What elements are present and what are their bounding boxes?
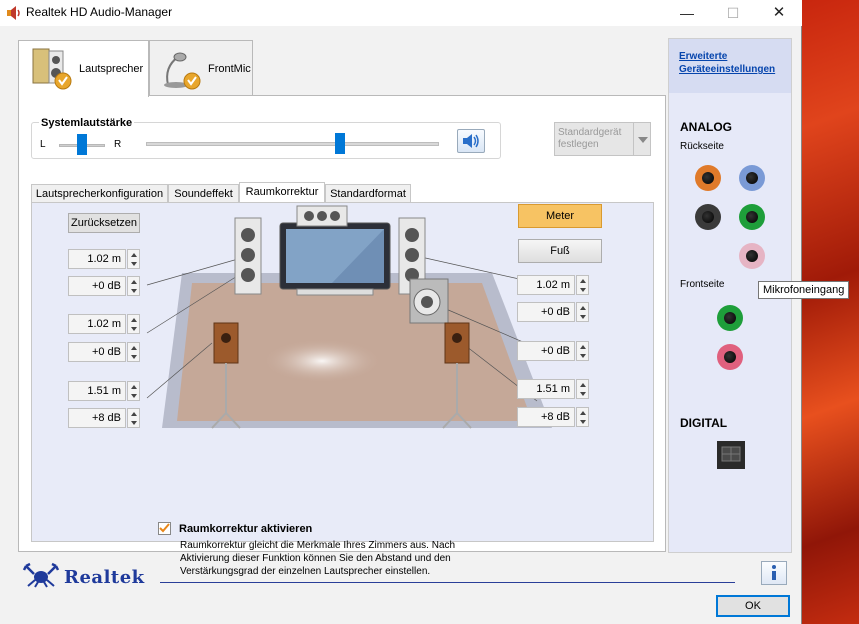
room-correction-panel: Zurücksetzen Meter Fuß 1.02 m +0 dB 1.02… — [31, 202, 654, 542]
rear-left-gain-stepper[interactable] — [127, 408, 140, 428]
balance-slider-thumb[interactable] — [77, 134, 87, 155]
checkmark-icon — [159, 523, 170, 533]
window-title: Realtek HD Audio-Manager — [26, 5, 173, 19]
ok-button[interactable]: OK — [716, 595, 790, 617]
balance-right-label: R — [114, 139, 122, 150]
system-volume-title: Systemlautstärke — [39, 117, 135, 129]
rear-green-jack[interactable] — [739, 204, 765, 230]
footer-divider — [160, 582, 735, 583]
tab-default-format[interactable]: Standardformat — [325, 184, 411, 203]
minimize-button[interactable]: — — [664, 0, 710, 26]
digital-title: DIGITAL — [680, 416, 728, 430]
tab-speaker-config[interactable]: Lautsprecherkonfiguration — [31, 184, 168, 203]
front-right-distance-stepper[interactable] — [576, 275, 589, 295]
rear-left-distance-stepper[interactable] — [127, 381, 140, 401]
rear-left-gain-field[interactable]: +8 dB — [68, 408, 126, 428]
set-default-device-dropdown[interactable] — [633, 122, 651, 156]
unit-meter-button[interactable]: Meter — [518, 204, 602, 228]
subwoofer-gain-field[interactable]: +0 dB — [517, 341, 575, 361]
volume-slider-thumb[interactable] — [335, 133, 345, 154]
room-correction-enable-checkbox[interactable] — [158, 522, 171, 535]
room-correction-description: Raumkorrektur gleicht die Merkmale Ihres… — [180, 540, 456, 577]
reset-button[interactable]: Zurücksetzen — [68, 213, 140, 233]
device-area: Lautsprecher FrontMic Systemlautstärke L… — [18, 40, 666, 577]
front-left-gain-stepper[interactable] — [127, 276, 140, 296]
rear-right-distance-stepper[interactable] — [576, 379, 589, 399]
tab-frontmic[interactable]: FrontMic — [149, 40, 253, 96]
rear-pink-jack[interactable] — [739, 243, 765, 269]
unit-foot-button[interactable]: Fuß — [518, 239, 602, 263]
rear-blue-jack[interactable] — [739, 165, 765, 191]
tab-frontmic-label: FrontMic — [208, 63, 251, 75]
realtek-crab-logo-icon — [22, 562, 60, 588]
front-right-distance-field[interactable]: 1.02 m — [517, 275, 575, 295]
rear-right-distance-field[interactable]: 1.51 m — [517, 379, 575, 399]
speaker-volume-icon — [463, 134, 479, 148]
title-bar: Realtek HD Audio-Manager — ☐ ✕ — [0, 0, 802, 26]
volume-slider-track[interactable] — [146, 142, 439, 146]
room-correction-enable-label[interactable]: Raumkorrektur aktivieren — [179, 523, 312, 535]
front-left-distance-stepper[interactable] — [127, 249, 140, 269]
center-left-distance-field[interactable]: 1.02 m — [68, 314, 126, 334]
advanced-settings-header: Erweiterte Geräteeinstellungen — [669, 39, 791, 93]
front-pink-jack[interactable] — [717, 344, 743, 370]
rear-black-jack[interactable] — [695, 204, 721, 230]
lautsprecher-panel: Systemlautstärke L R Standardgerät festl… — [18, 95, 666, 577]
info-button[interactable] — [761, 561, 787, 585]
center-left-gain-stepper[interactable] — [127, 342, 140, 362]
jack-panel: ANALOG Rückseite Frontseite DIGITAL — [669, 93, 791, 552]
tab-room-correction[interactable]: Raumkorrektur — [239, 182, 325, 202]
front-right-gain-field[interactable]: +0 dB — [517, 302, 575, 322]
rear-orange-jack[interactable] — [695, 165, 721, 191]
front-left-distance-field[interactable]: 1.02 m — [68, 249, 126, 269]
rear-left-distance-field[interactable]: 1.51 m — [68, 381, 126, 401]
close-button[interactable]: ✕ — [756, 0, 802, 26]
center-left-gain-field[interactable]: +0 dB — [68, 342, 126, 362]
realtek-brand: Realtek — [64, 567, 145, 588]
balance-left-label: L — [40, 139, 46, 150]
front-label: Frontseite — [680, 279, 725, 290]
rear-right-gain-stepper[interactable] — [576, 407, 589, 427]
jack-tooltip: Mikrofoneingang — [758, 281, 850, 299]
tab-sound-effect[interactable]: Soundeffekt — [168, 184, 239, 203]
center-left-distance-stepper[interactable] — [127, 314, 140, 334]
speaker-app-icon — [7, 6, 20, 20]
rear-right-gain-field[interactable]: +8 dB — [517, 407, 575, 427]
info-icon — [772, 565, 776, 580]
advanced-device-settings-link[interactable]: Erweiterte Geräteeinstellungen — [679, 50, 791, 76]
analog-title: ANALOG — [680, 120, 732, 134]
chevron-down-icon — [638, 137, 648, 143]
app-window: Realtek HD Audio-Manager — ☐ ✕ Lautsprec… — [0, 0, 850, 624]
subwoofer-gain-stepper[interactable] — [576, 341, 589, 361]
front-left-gain-field[interactable]: +0 dB — [68, 276, 126, 296]
digital-output-icon[interactable] — [717, 441, 745, 469]
front-green-jack[interactable] — [717, 305, 743, 331]
set-default-device-button[interactable]: Standardgerät festlegen — [554, 122, 636, 156]
front-right-gain-stepper[interactable] — [576, 302, 589, 322]
microphone-device-icon — [164, 52, 201, 90]
desktop-background — [800, 0, 859, 624]
tab-lautsprecher-label: Lautsprecher — [79, 63, 144, 75]
mute-button[interactable] — [457, 129, 485, 153]
tab-lautsprecher[interactable]: Lautsprecher — [18, 40, 149, 97]
speaker-device-icon — [32, 48, 72, 90]
rear-label: Rückseite — [680, 141, 724, 152]
maximize-button[interactable]: ☐ — [710, 0, 756, 26]
